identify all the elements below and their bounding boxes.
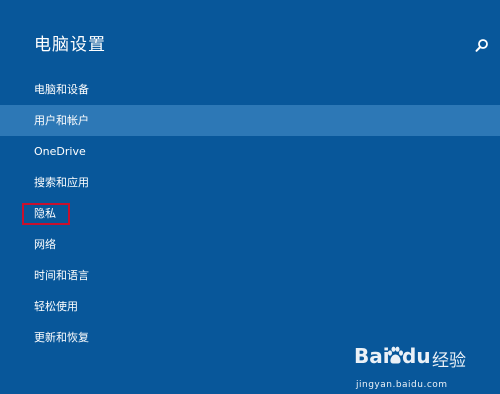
nav-item-accounts[interactable]: 用户和帐户 <box>0 105 500 136</box>
paw-icon <box>388 346 403 364</box>
nav-item-label: 搜索和应用 <box>34 176 89 189</box>
nav-item-label: OneDrive <box>34 145 86 158</box>
watermark-url: jingyan.baidu.com <box>356 380 448 390</box>
nav-item-onedrive[interactable]: OneDrive <box>0 136 500 167</box>
nav-item-label: 电脑和设备 <box>34 83 89 96</box>
baidu-jingyan-watermark: Bai du 经验 jingyan.baidu.com <box>354 342 494 390</box>
settings-nav: 电脑和设备 用户和帐户 OneDrive 搜索和应用 隐私 网络 时间和语言 轻… <box>0 74 500 353</box>
page-title: 电脑设置 <box>34 35 106 55</box>
watermark-brand-right: du <box>402 344 431 368</box>
nav-item-label: 网络 <box>34 238 56 251</box>
nav-item-label: 隐私 <box>34 207 56 220</box>
nav-item-label: 用户和帐户 <box>34 114 89 127</box>
nav-item-label: 时间和语言 <box>34 269 89 282</box>
nav-item-pc-and-devices[interactable]: 电脑和设备 <box>0 74 500 105</box>
search-button[interactable] <box>472 36 492 56</box>
nav-item-privacy[interactable]: 隐私 <box>0 198 500 229</box>
watermark-brand-left: Bai <box>354 344 390 368</box>
nav-item-time-and-language[interactable]: 时间和语言 <box>0 260 500 291</box>
nav-item-network[interactable]: 网络 <box>0 229 500 260</box>
nav-item-label: 轻松使用 <box>34 300 78 313</box>
nav-item-ease-of-access[interactable]: 轻松使用 <box>0 291 500 322</box>
watermark-logo: Bai du 经验 <box>354 342 494 374</box>
search-icon <box>475 39 488 52</box>
nav-item-label: 更新和恢复 <box>34 331 89 344</box>
watermark-brand-cn: 经验 <box>432 351 466 371</box>
nav-item-search-and-apps[interactable]: 搜索和应用 <box>0 167 500 198</box>
